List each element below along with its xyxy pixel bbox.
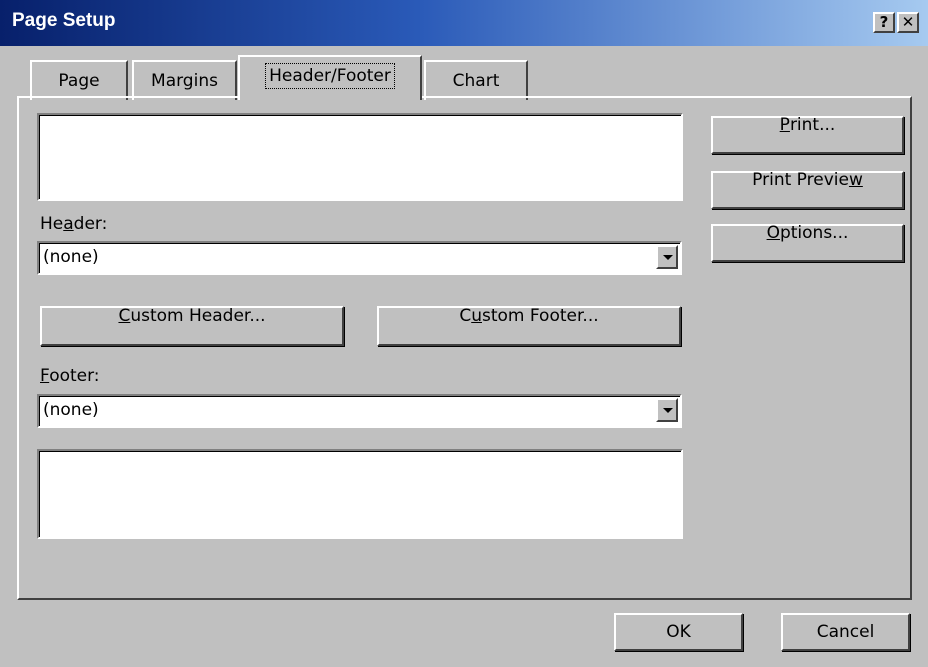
print-label: Print...: [779, 115, 836, 135]
footer-preview: [37, 449, 683, 539]
footer-label: Footer:: [40, 366, 100, 386]
chevron-down-icon[interactable]: [656, 398, 678, 422]
options-button[interactable]: Options...: [711, 223, 904, 262]
cancel-label: Cancel: [816, 622, 875, 642]
header-preview: [37, 113, 683, 201]
tab-chart[interactable]: Chart: [424, 60, 528, 100]
custom-footer-button[interactable]: Custom Footer...: [377, 306, 681, 346]
custom-header-button[interactable]: Custom Header...: [40, 306, 344, 346]
tab-header-footer-label: Header/Footer: [265, 63, 395, 89]
footer-select-value: (none): [43, 400, 99, 420]
ok-label: OK: [666, 622, 691, 642]
header-label: Header:: [40, 214, 108, 234]
custom-header-label: Custom Header...: [118, 306, 266, 326]
print-preview-label: Print Preview: [752, 170, 863, 190]
options-label: Options...: [766, 223, 849, 243]
help-button[interactable]: ?: [873, 12, 895, 33]
ok-button[interactable]: OK: [614, 613, 743, 651]
footer-select[interactable]: (none): [37, 394, 682, 428]
chevron-down-icon[interactable]: [656, 245, 678, 269]
header-select[interactable]: (none): [37, 241, 682, 275]
window-title: Page Setup: [12, 10, 116, 31]
print-preview-button[interactable]: Print Preview: [711, 170, 904, 209]
tab-page[interactable]: Page: [30, 60, 128, 100]
tab-margins-label: Margins: [151, 71, 218, 91]
print-button[interactable]: Print...: [711, 115, 904, 154]
tab-margins[interactable]: Margins: [132, 60, 237, 100]
close-icon[interactable]: ✕: [897, 12, 919, 33]
tab-header-footer[interactable]: Header/Footer: [238, 55, 422, 100]
header-select-value: (none): [43, 247, 99, 267]
tab-chart-label: Chart: [452, 71, 500, 91]
title-bar[interactable]: [0, 0, 928, 46]
tab-page-label: Page: [58, 71, 100, 91]
custom-footer-label: Custom Footer...: [459, 306, 599, 326]
cancel-button[interactable]: Cancel: [781, 613, 910, 651]
